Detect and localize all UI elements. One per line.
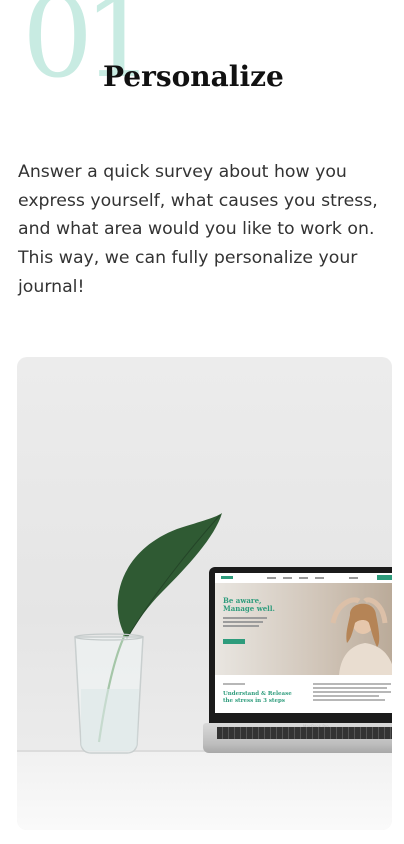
step-title: Personalize bbox=[103, 60, 284, 93]
woman-photo-illustration bbox=[330, 597, 392, 675]
screen-section-heading: Understand & Release the stress in 3 ste… bbox=[223, 691, 292, 704]
laptop-keyboard-base: MacBook Pro bbox=[203, 723, 392, 753]
laptop-keyboard bbox=[217, 727, 392, 739]
screen-hero-heading: Be aware, Manage well. bbox=[223, 596, 275, 613]
screen-lower-section: Understand & Release the stress in 3 ste… bbox=[215, 675, 392, 713]
screen-hero-button bbox=[223, 639, 245, 644]
table-surface bbox=[17, 752, 392, 830]
screen-hero: Be aware, Manage well. bbox=[215, 583, 392, 675]
screen-logo bbox=[221, 576, 233, 579]
screen-nav-button bbox=[377, 575, 392, 580]
step-header: 01 Personalize bbox=[0, 0, 404, 110]
laptop: Be aware, Manage well. Understand & Rele… bbox=[209, 567, 392, 725]
step-description: Answer a quick survey about how you expr… bbox=[18, 162, 378, 297]
product-photo: Be aware, Manage well. Understand & Rele… bbox=[17, 357, 392, 830]
laptop-screen: Be aware, Manage well. Understand & Rele… bbox=[215, 573, 392, 713]
